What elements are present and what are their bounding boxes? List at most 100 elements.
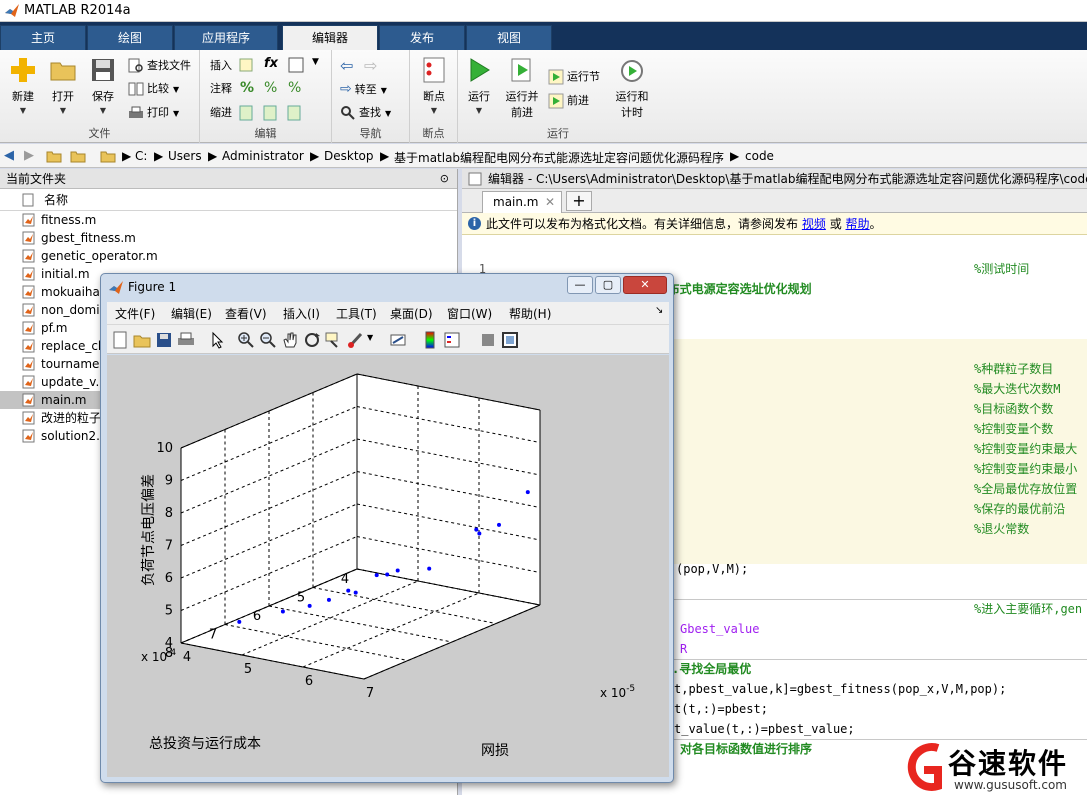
new-tab-button[interactable]: + (566, 191, 592, 211)
code-fragment-gbest: Gbest_value (680, 622, 760, 636)
data-cursor-icon[interactable] (325, 331, 343, 349)
tab-view[interactable]: 视图 (466, 25, 552, 50)
menu-tools[interactable]: 工具(T) (336, 305, 377, 322)
panel-menu-icon[interactable]: ⊙ (440, 169, 449, 189)
print-button[interactable]: 打印 ▼ (128, 103, 179, 123)
find-button[interactable]: 查找 ▼ (340, 103, 391, 123)
run-and-time-button[interactable]: 运行和 计时 (610, 56, 654, 120)
new-button[interactable]: 新建 ▼ (2, 56, 44, 115)
ribbon-group-file: 新建 ▼ 打开 ▼ 保存 ▼ 查找文件 比较 ▼ 打印 ▼ 文件 (0, 50, 200, 143)
breadcrumb-desktop[interactable]: Desktop (324, 149, 374, 163)
run-button[interactable]: 运行 ▼ (458, 56, 500, 115)
save-button[interactable]: 保存 ▼ (82, 56, 124, 115)
breakpoints-button[interactable]: 断点 ▼ (413, 56, 455, 115)
forward-arrow-icon[interactable]: ⇨ (364, 56, 377, 75)
save-figure-icon[interactable] (155, 331, 173, 349)
indent-increase-icon[interactable] (262, 105, 278, 121)
comment-percent-icon[interactable]: % (240, 80, 254, 96)
editor-tabs: main.m ✕ + (462, 189, 1087, 213)
scatter3-chart[interactable]: 45674567845678910x 10-5x 10-4网损总投资与运行成本负… (107, 355, 669, 777)
breadcrumb-users[interactable]: Users (168, 149, 202, 163)
goto-button[interactable]: ⇨ 转至 ▼ (340, 79, 387, 99)
close-button[interactable]: ✕ (623, 276, 667, 294)
tab-plots[interactable]: 绘图 (87, 25, 173, 50)
hide-plot-tools-icon[interactable] (479, 331, 497, 349)
brush-icon[interactable] (347, 331, 365, 349)
insert-button[interactable]: 插入 (210, 56, 232, 76)
select-arrow-icon[interactable] (209, 331, 227, 349)
m-file-icon (22, 285, 35, 299)
print-figure-icon[interactable] (177, 331, 195, 349)
figure-window[interactable]: Figure 1 — ▢ ✕ 文件(F) 编辑(E) 查看(V) 插入(I) 工… (100, 273, 674, 783)
legend-icon[interactable] (443, 331, 461, 349)
open-button[interactable]: 打开 ▼ (42, 56, 84, 115)
code-line-1[interactable]: 1 %% 模拟退火粒子群算法分布式电源定容选址优化规划 (462, 239, 1087, 296)
tab-apps[interactable]: 应用程序 (174, 25, 278, 50)
indent-decrease-icon[interactable] (286, 105, 302, 121)
up-folder-icon[interactable] (46, 148, 62, 164)
back-icon[interactable]: ◀ (4, 148, 14, 163)
maximize-button[interactable]: ▢ (595, 276, 621, 294)
advance-button[interactable]: 前进 (548, 91, 589, 111)
help-link[interactable]: 帮助 (846, 217, 870, 231)
close-tab-icon[interactable]: ✕ (545, 192, 555, 212)
file-row[interactable]: genetic_operator.m (0, 247, 457, 265)
minimize-button[interactable]: — (567, 276, 593, 294)
colorbar-icon[interactable] (421, 331, 439, 349)
breadcrumb-drive[interactable]: C: (135, 149, 147, 163)
insert-function-box-icon[interactable] (288, 57, 304, 73)
crumb-sep: ▶ (154, 149, 164, 163)
breadcrumb-project[interactable]: 基于matlab编程配电网分布式能源选址定容问题优化源码程序 (394, 149, 724, 166)
menu-desktop[interactable]: 桌面(D) (390, 305, 433, 322)
brush-dropdown-icon[interactable]: ▼ (367, 333, 373, 342)
breadcrumb-administrator[interactable]: Administrator (222, 149, 304, 163)
rotate-3d-icon[interactable] (303, 331, 321, 349)
menu-insert[interactable]: 插入(I) (283, 305, 320, 322)
uncomment-icon[interactable]: % (264, 80, 277, 96)
wrap-comment-icon[interactable]: % (288, 80, 301, 96)
comment-2: %最大迭代次数M (974, 382, 1061, 396)
y-tick-label: 6 (253, 609, 261, 624)
indent-button[interactable]: 缩进 (210, 103, 232, 123)
show-plot-tools-icon[interactable] (501, 331, 519, 349)
comment-button[interactable]: 注释 (210, 79, 232, 99)
menu-view[interactable]: 查看(V) (225, 305, 267, 322)
menu-window[interactable]: 窗口(W) (447, 305, 492, 322)
open-file-icon[interactable] (133, 331, 151, 349)
run-and-advance-button[interactable]: 运行并 前进 (502, 56, 542, 120)
tab-editor[interactable]: 编辑器 (282, 25, 378, 50)
zoom-in-icon[interactable] (237, 331, 255, 349)
figure-plot-area[interactable]: 4 5 6 7 4 5 6 7 8 4 5 6 7 8 9 10 x 10-5 x 10-4 网损 总投资与运行成本负… (107, 355, 669, 777)
compare-button[interactable]: 比较 ▼ (128, 79, 179, 99)
video-link[interactable]: 视频 (802, 217, 826, 231)
figure-title-bar[interactable]: Figure 1 — ▢ ✕ (101, 274, 673, 300)
data-point (477, 531, 482, 536)
find-files-button[interactable]: 查找文件 (128, 56, 191, 76)
file-row[interactable]: gbest_fitness.m (0, 229, 457, 247)
run-section-button[interactable]: 运行节 (548, 67, 600, 87)
insert-dropdown-icon[interactable]: ▼ (312, 57, 319, 67)
menu-edit[interactable]: 编辑(E) (171, 305, 212, 322)
pan-hand-icon[interactable] (281, 331, 299, 349)
back-arrow-icon[interactable]: ⇦ (340, 56, 353, 75)
insert-section-icon[interactable] (238, 57, 254, 73)
browse-folder-icon[interactable] (70, 148, 86, 164)
forward-icon[interactable]: ▶ (24, 148, 34, 163)
tab-main-m[interactable]: main.m ✕ (482, 191, 562, 213)
tab-publish[interactable]: 发布 (379, 25, 465, 50)
x-tick-label: 7 (366, 686, 374, 701)
breadcrumb-code[interactable]: code (745, 149, 774, 163)
smart-indent-icon[interactable] (238, 105, 254, 121)
section-sort: 对各目标函数值进行排序 (680, 742, 813, 756)
ribbon-group-breakpoints: 断点 ▼ 断点 (410, 50, 458, 143)
menu-help[interactable]: 帮助(H) (509, 305, 551, 322)
name-column-header[interactable]: 名称 (0, 189, 457, 211)
zoom-out-icon[interactable] (259, 331, 277, 349)
insert-function-icon[interactable]: fx (264, 56, 278, 71)
dock-arrow-icon[interactable]: ↘ (655, 305, 663, 316)
menu-file[interactable]: 文件(F) (115, 305, 155, 322)
file-row[interactable]: fitness.m (0, 211, 457, 229)
tab-home[interactable]: 主页 (0, 25, 86, 50)
link-plot-icon[interactable] (389, 331, 407, 349)
new-figure-icon[interactable] (111, 331, 129, 349)
